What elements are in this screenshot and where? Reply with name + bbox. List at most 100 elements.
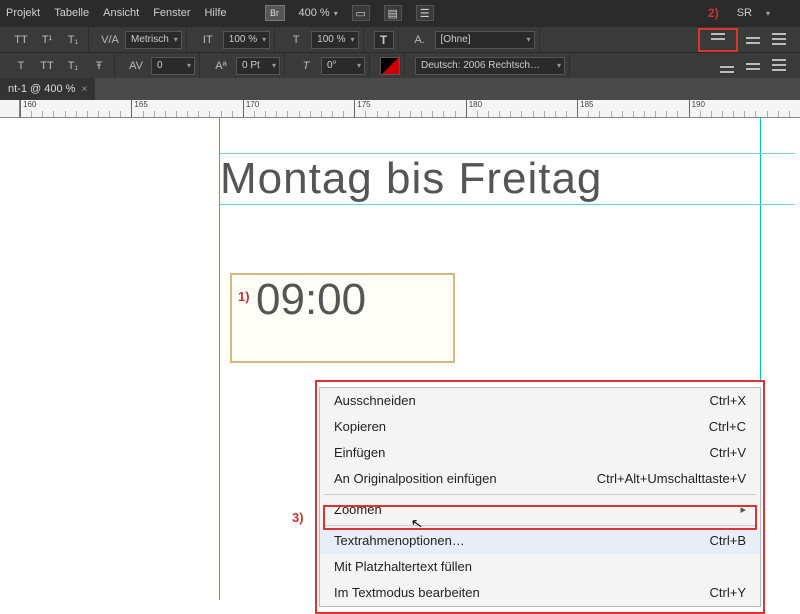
strike-icon[interactable]: Ŧ bbox=[88, 56, 110, 76]
menu-projekt[interactable]: Projekt bbox=[6, 7, 40, 19]
screen-mode-icon[interactable]: ▭ bbox=[352, 5, 370, 21]
ruler-minor-tick bbox=[287, 111, 288, 117]
baseline-select[interactable]: 0 Pt bbox=[236, 57, 280, 75]
valign-bot1-icon[interactable] bbox=[716, 56, 738, 76]
toolbar-row-1: TT T¹ T₁ V/A Metrisch IT 100 % T 100 % T… bbox=[0, 26, 800, 52]
context-menu-label: An Originalposition einfügen bbox=[334, 469, 497, 489]
context-menu-shortcut: Ctrl+B bbox=[710, 531, 746, 551]
sr-label[interactable]: SR bbox=[737, 7, 752, 19]
kerning-select[interactable]: Metrisch bbox=[125, 31, 182, 49]
ruler-major-tick: 180 bbox=[466, 100, 482, 117]
document-tab-bar: nt-1 @ 400 % × bbox=[0, 78, 800, 100]
context-menu-item[interactable]: Im Textmodus bearbeitenCtrl+Y bbox=[320, 580, 760, 606]
language-select[interactable]: Deutsch: 2006 Rechtsch… bbox=[415, 57, 565, 75]
kerning-icon: V/A bbox=[99, 30, 121, 50]
context-menu-label: Einfügen bbox=[334, 443, 385, 463]
ruler-origin[interactable] bbox=[0, 100, 20, 118]
ruler-minor-tick bbox=[477, 111, 478, 117]
ruler-minor-tick bbox=[767, 111, 768, 117]
valign-mid-icon[interactable] bbox=[742, 30, 764, 50]
bridge-icon[interactable]: Br bbox=[265, 5, 285, 21]
menu-fenster[interactable]: Fenster bbox=[153, 7, 190, 19]
ruler-minor-tick bbox=[622, 111, 623, 117]
ruler-minor-tick bbox=[655, 111, 656, 117]
main-menubar: Projekt Tabelle Ansicht Fenster Hilfe Br… bbox=[0, 0, 800, 26]
context-menu-item[interactable]: AusschneidenCtrl+X bbox=[320, 388, 760, 414]
context-menu-item[interactable]: EinfügenCtrl+V bbox=[320, 440, 760, 466]
view-options-icon[interactable]: ▤ bbox=[384, 5, 402, 21]
ruler-minor-tick bbox=[276, 111, 277, 117]
ruler-minor-tick bbox=[310, 111, 311, 117]
ruler-major-tick: 185 bbox=[577, 100, 593, 117]
ruler-minor-tick bbox=[566, 111, 567, 117]
menu-hilfe[interactable]: Hilfe bbox=[204, 7, 226, 19]
char-style-select[interactable]: [Ohne] bbox=[435, 31, 535, 49]
ruler-minor-tick bbox=[76, 111, 77, 117]
horizontal-ruler[interactable]: 160165170175180185190195 bbox=[20, 100, 800, 118]
smallcaps-icon[interactable]: T bbox=[10, 56, 32, 76]
close-icon[interactable]: × bbox=[81, 84, 87, 95]
chevron-down-icon: ▾ bbox=[766, 9, 770, 18]
zoom-level-dropdown[interactable]: 400 % ▾ bbox=[299, 7, 338, 19]
context-menu-item[interactable]: An Originalposition einfügenCtrl+Alt+Ums… bbox=[320, 466, 760, 492]
no-break-icon[interactable] bbox=[380, 57, 400, 75]
ruler-minor-tick bbox=[521, 111, 522, 117]
superscript-icon[interactable]: T¹ bbox=[36, 30, 58, 50]
ruler-minor-tick bbox=[399, 111, 400, 117]
context-menu-label: Kopieren bbox=[334, 417, 386, 437]
fill-color-icon[interactable]: T bbox=[374, 31, 394, 49]
ruler-minor-tick bbox=[221, 111, 222, 117]
ruler-minor-tick bbox=[299, 111, 300, 117]
selected-text-frame[interactable]: 1) 09:00 bbox=[230, 273, 455, 363]
allcaps2-icon[interactable]: TT bbox=[36, 56, 58, 76]
ruler-major-tick: 160 bbox=[20, 100, 36, 117]
context-menu-separator bbox=[324, 494, 756, 495]
context-menu-item[interactable]: KopierenCtrl+C bbox=[320, 414, 760, 440]
valign-bot3-icon[interactable] bbox=[768, 56, 790, 76]
valign-bot2-icon[interactable] bbox=[742, 56, 764, 76]
arrange-docs-icon[interactable]: ☰ bbox=[416, 5, 434, 21]
control-panel: TT T¹ T₁ V/A Metrisch IT 100 % T 100 % T… bbox=[0, 26, 800, 78]
document-tab[interactable]: nt-1 @ 400 % × bbox=[0, 78, 95, 100]
menu-tabelle[interactable]: Tabelle bbox=[54, 7, 89, 19]
allcaps-icon[interactable]: TT bbox=[10, 30, 32, 50]
baseline-icon: Aª bbox=[210, 56, 232, 76]
context-menu-item[interactable]: Mit Platzhaltertext füllen bbox=[320, 554, 760, 580]
ruler-minor-tick bbox=[599, 111, 600, 117]
ruler-minor-tick bbox=[143, 111, 144, 117]
subscript-icon[interactable]: T₁ bbox=[62, 30, 84, 50]
document-canvas: 160165170175180185190195 Montag bis Frei… bbox=[0, 100, 800, 600]
ruler-minor-tick bbox=[432, 111, 433, 117]
context-menu-item[interactable]: Textrahmenoptionen…Ctrl+B bbox=[320, 528, 760, 554]
ruler-minor-tick bbox=[165, 111, 166, 117]
ruler-major-tick: 165 bbox=[131, 100, 147, 117]
headline-text-frame[interactable]: Montag bis Freitag bbox=[220, 153, 795, 205]
ruler-minor-tick bbox=[488, 111, 489, 117]
ruler-minor-tick bbox=[421, 111, 422, 117]
ruler-minor-tick bbox=[789, 111, 790, 117]
subscript2-icon[interactable]: T₁ bbox=[62, 56, 84, 76]
ruler-minor-tick bbox=[198, 111, 199, 117]
vert-scale-icon: T bbox=[285, 30, 307, 50]
ruler-minor-tick bbox=[31, 111, 32, 117]
ruler-minor-tick bbox=[176, 111, 177, 117]
horiz-scale-select[interactable]: 100 % bbox=[223, 31, 270, 49]
vert-scale-select[interactable]: 100 % bbox=[311, 31, 358, 49]
ruler-minor-tick bbox=[722, 111, 723, 117]
toolbar-row-2: T TT T₁ Ŧ AV 0 Aª 0 Pt T 0° Deutsch: 200… bbox=[0, 52, 800, 78]
menu-ansicht[interactable]: Ansicht bbox=[103, 7, 139, 19]
page-area[interactable]: Montag bis Freitag 1) 09:00 3) Ausschnei… bbox=[20, 118, 800, 600]
context-menu-item[interactable]: Zoomen bbox=[320, 497, 760, 523]
ruler-minor-tick bbox=[544, 111, 545, 117]
ruler-major-tick: 170 bbox=[243, 100, 259, 117]
ruler-minor-tick bbox=[109, 111, 110, 117]
ruler-minor-tick bbox=[365, 111, 366, 117]
skew-select[interactable]: 0° bbox=[321, 57, 365, 75]
valign-top-icon[interactable] bbox=[709, 33, 727, 47]
ruler-minor-tick bbox=[499, 111, 500, 117]
tracking-select[interactable]: 0 bbox=[151, 57, 195, 75]
ruler-minor-tick bbox=[533, 111, 534, 117]
ruler-minor-tick bbox=[154, 111, 155, 117]
ruler-minor-tick bbox=[187, 111, 188, 117]
valign-just-icon[interactable] bbox=[768, 30, 790, 50]
